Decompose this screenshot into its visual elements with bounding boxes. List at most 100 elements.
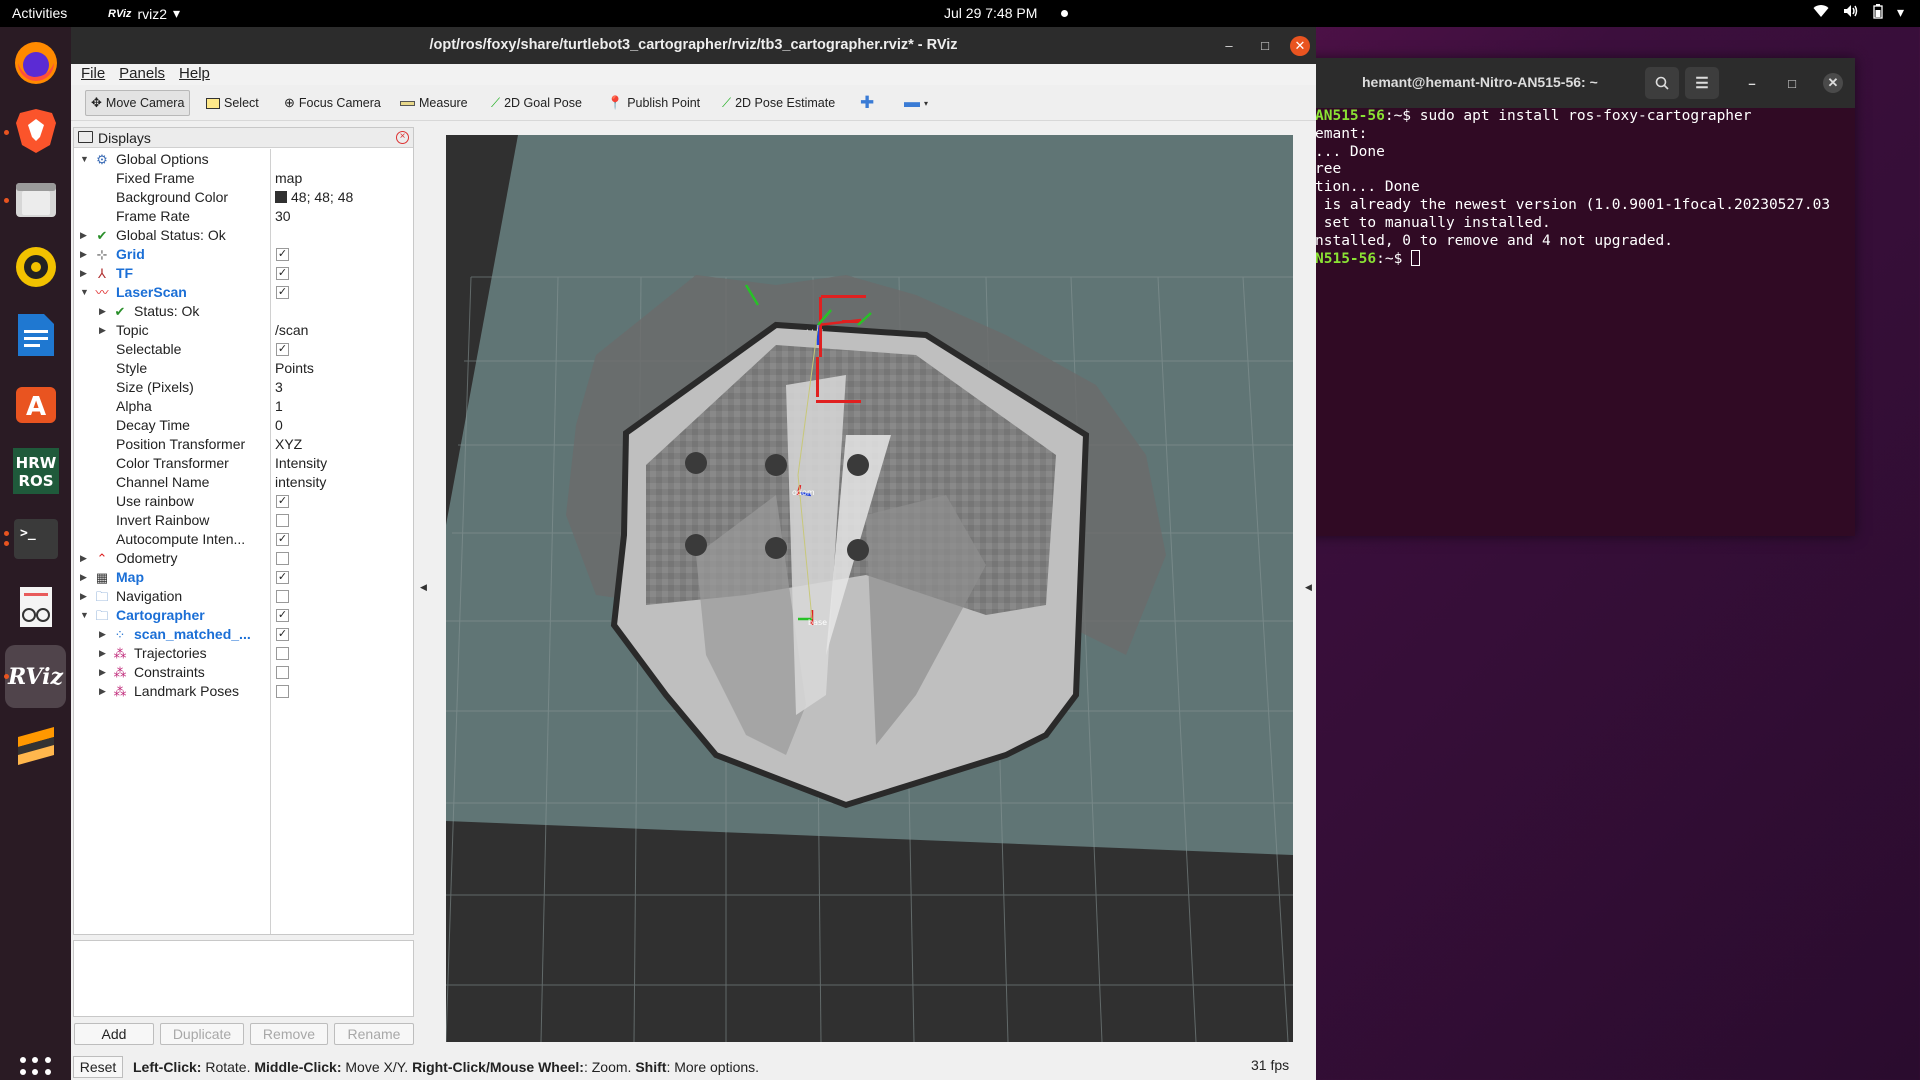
laserscan-checkbox[interactable]: ✓ <box>276 286 289 299</box>
terminal-titlebar[interactable]: hemant@hemant-Nitro-AN515-56: ~ ☰ – □ ✕ <box>1305 58 1855 108</box>
odometry-checkbox[interactable] <box>276 552 289 565</box>
expand-arrow-icon[interactable]: ▼ <box>80 150 89 169</box>
expand-arrow-icon[interactable]: ▶ <box>99 644 106 663</box>
tree-value[interactable]: map <box>275 169 302 188</box>
measure-tool[interactable]: Measure <box>395 90 473 116</box>
tree-item-landmark-poses[interactable]: ▶ ⁂ Landmark Poses <box>74 682 413 701</box>
remove-tool-icon[interactable]: ▬ ▾ <box>899 90 933 116</box>
goal-pose-tool[interactable]: ⟋ 2D Goal Pose <box>486 90 587 116</box>
tree-value[interactable]: Intensity <box>275 454 327 473</box>
tree-item-odometry[interactable]: ▶ ⌃ Odometry <box>74 549 413 568</box>
grid-checkbox[interactable]: ✓ <box>276 248 289 261</box>
render-view[interactable]: · · · · odom base <box>446 135 1293 1042</box>
firefox-icon[interactable] <box>10 37 61 88</box>
tree-item-use-rainbow[interactable]: Use rainbow ✓ <box>74 492 413 511</box>
rename-display-button[interactable]: Rename <box>334 1023 414 1045</box>
tree-value[interactable]: 48; 48; 48 <box>275 188 353 207</box>
tree-item-grid[interactable]: ▶ ⊹ Grid ✓ <box>74 245 413 264</box>
tree-item-cartographer[interactable]: ▼ 🗀 Cartographer ✓ <box>74 606 413 625</box>
tree-item-channel-name[interactable]: Channel Name intensity <box>74 473 413 492</box>
rviz-titlebar[interactable]: /opt/ros/foxy/share/turtlebot3_cartograp… <box>71 27 1316 64</box>
system-tray[interactable]: ▾ <box>1813 4 1904 22</box>
navigation-checkbox[interactable] <box>276 590 289 603</box>
expand-arrow-icon[interactable]: ▶ <box>80 264 87 283</box>
menu-file[interactable]: File <box>81 64 105 85</box>
tree-item-laserscan[interactable]: ▼ 〰 LaserScan ✓ <box>74 283 413 302</box>
clock[interactable]: Jul 29 7:48 PM <box>944 5 1037 21</box>
libreoffice-writer-icon[interactable] <box>10 309 61 360</box>
tree-item-fixed-frame[interactable]: Fixed Frame map <box>74 169 413 188</box>
autocompute-checkbox[interactable]: ✓ <box>276 533 289 546</box>
activities-button[interactable]: Activities <box>12 5 67 21</box>
select-tool[interactable]: Select <box>201 90 264 116</box>
maximize-icon[interactable]: □ <box>1782 73 1802 93</box>
terminal-icon[interactable]: >_ <box>10 513 61 564</box>
tree-item-map[interactable]: ▶ ▦ Map ✓ <box>74 568 413 587</box>
constraints-checkbox[interactable] <box>276 666 289 679</box>
expand-arrow-icon[interactable]: ▶ <box>80 549 87 568</box>
duplicate-display-button[interactable]: Duplicate <box>160 1023 244 1045</box>
tree-item-autocompute[interactable]: Autocompute Inten... ✓ <box>74 530 413 549</box>
tree-value[interactable]: 0 <box>275 416 283 435</box>
files-icon[interactable] <box>10 173 61 224</box>
tree-value[interactable]: 3 <box>275 378 283 397</box>
document-viewer-icon[interactable] <box>10 581 61 632</box>
move-camera-tool[interactable]: ✥ Move Camera <box>85 90 191 116</box>
close-icon[interactable]: ✕ <box>1290 36 1310 56</box>
tree-value[interactable]: 1 <box>275 397 283 416</box>
selectable-checkbox[interactable]: ✓ <box>276 343 289 356</box>
app-menu[interactable]: RViz rviz2 ▾ <box>108 5 180 22</box>
expand-arrow-icon[interactable]: ▶ <box>80 226 87 245</box>
tree-item-alpha[interactable]: Alpha 1 <box>74 397 413 416</box>
brave-browser-icon[interactable] <box>10 105 61 156</box>
remove-display-button[interactable]: Remove <box>250 1023 328 1045</box>
tree-item-trajectories[interactable]: ▶ ⁂ Trajectories <box>74 644 413 663</box>
tree-item-global-options[interactable]: ▼ ⚙ Global Options <box>74 150 413 169</box>
hrwros-icon[interactable]: HRW ROS <box>10 445 61 496</box>
add-display-button[interactable]: Add <box>74 1023 154 1045</box>
tree-item-navigation[interactable]: ▶ 🗀 Navigation <box>74 587 413 606</box>
sublime-text-icon[interactable] <box>10 719 61 770</box>
expand-arrow-icon[interactable]: ▶ <box>80 245 87 264</box>
publish-point-tool[interactable]: 📍 Publish Point <box>602 90 705 116</box>
close-icon[interactable]: ✕ <box>1823 73 1843 93</box>
tree-item-scan-matched[interactable]: ▶ ⁘ scan_matched_... ✓ <box>74 625 413 644</box>
expand-arrow-icon[interactable]: ▶ <box>99 321 106 340</box>
reset-button[interactable]: Reset <box>73 1056 123 1078</box>
color-swatch[interactable] <box>275 191 287 203</box>
tree-value[interactable]: /scan <box>275 321 308 340</box>
search-icon[interactable] <box>1645 67 1679 99</box>
show-applications-icon[interactable] <box>20 1057 52 1080</box>
rhythmbox-icon[interactable] <box>10 241 61 292</box>
add-tool-icon[interactable]: ✚ <box>855 90 879 116</box>
map-checkbox[interactable]: ✓ <box>276 571 289 584</box>
expand-arrow-icon[interactable]: ▶ <box>80 587 87 606</box>
tree-item-global-status[interactable]: ▶ ✔ Global Status: Ok <box>74 226 413 245</box>
tree-item-decay-time[interactable]: Decay Time 0 <box>74 416 413 435</box>
pose-estimate-tool[interactable]: ⟋ 2D Pose Estimate <box>717 90 840 116</box>
trajectories-checkbox[interactable] <box>276 647 289 660</box>
tree-item-topic[interactable]: ▶ Topic /scan <box>74 321 413 340</box>
expand-arrow-icon[interactable]: ▶ <box>80 568 87 587</box>
tree-value[interactable]: 30 <box>275 207 291 226</box>
tree-item-tf[interactable]: ▶ ⅄ TF ✓ <box>74 264 413 283</box>
ubuntu-software-icon[interactable]: A <box>10 377 61 428</box>
expand-arrow-icon[interactable]: ▼ <box>80 283 89 302</box>
expand-arrow-icon[interactable]: ▼ <box>80 606 89 625</box>
maximize-icon[interactable]: □ <box>1255 36 1275 56</box>
cartographer-checkbox[interactable]: ✓ <box>276 609 289 622</box>
hamburger-menu-icon[interactable]: ☰ <box>1685 67 1719 99</box>
tree-item-status-ok[interactable]: ▶ ✔ Status: Ok <box>74 302 413 321</box>
tf-checkbox[interactable]: ✓ <box>276 267 289 280</box>
tree-item-size[interactable]: Size (Pixels) 3 <box>74 378 413 397</box>
tree-item-style[interactable]: Style Points <box>74 359 413 378</box>
invert-rainbow-checkbox[interactable] <box>276 514 289 527</box>
tree-item-constraints[interactable]: ▶ ⁂ Constraints <box>74 663 413 682</box>
minimize-icon[interactable]: – <box>1742 73 1762 93</box>
tree-item-invert-rainbow[interactable]: Invert Rainbow <box>74 511 413 530</box>
focus-camera-tool[interactable]: ⊕ Focus Camera <box>279 90 386 116</box>
tree-item-position-transformer[interactable]: Position Transformer XYZ <box>74 435 413 454</box>
use-rainbow-checkbox[interactable]: ✓ <box>276 495 289 508</box>
tree-value[interactable]: Points <box>275 359 314 378</box>
rviz-icon[interactable]: RViz <box>5 645 66 708</box>
